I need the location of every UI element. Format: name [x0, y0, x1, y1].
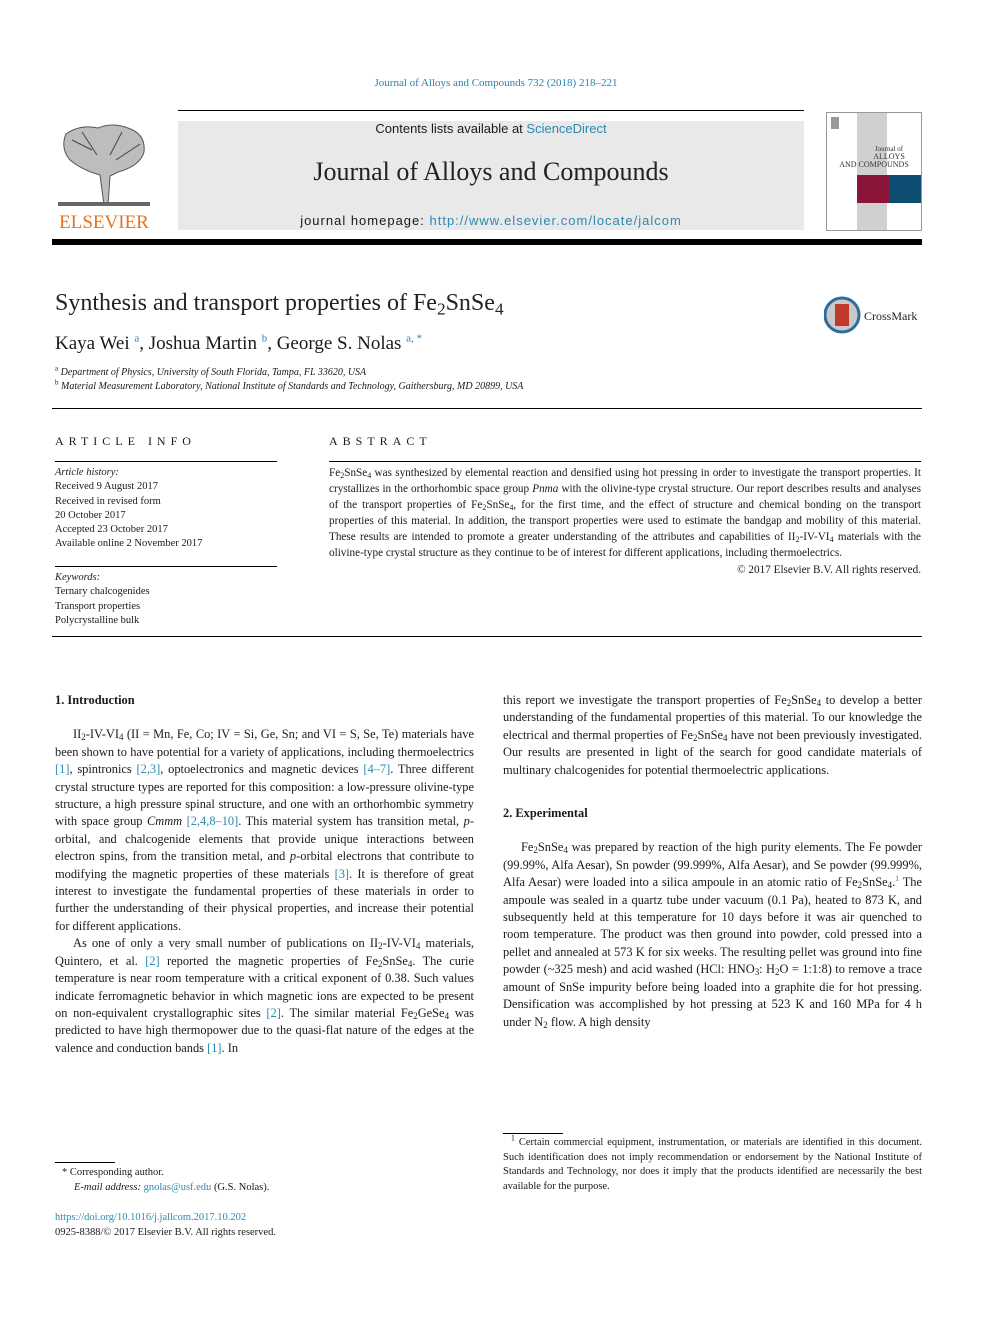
author-list: Kaya Wei a, Joshua Martin b, George S. N… [55, 332, 423, 354]
cover-line3: AND COMPOUNDS [839, 160, 909, 169]
author-name[interactable]: Joshua Martin [149, 333, 257, 354]
journal-cover-thumbnail[interactable]: Journal of ALLOYS AND COMPOUNDS [826, 112, 922, 231]
affiliations: a Department of Physics, University of S… [55, 364, 524, 394]
history-item: Available online 2 November 2017 [55, 538, 203, 550]
crossmark-button[interactable]: CrossMark [823, 296, 924, 334]
citation-link[interactable]: [2] [266, 1006, 280, 1020]
abstract-text: Fe2SnSe4 was synthesized by elemental re… [329, 467, 921, 559]
article-history: Article history: Received 9 August 2017 … [55, 466, 202, 552]
citation-link[interactable]: [1] [55, 762, 69, 776]
citation-link[interactable]: [2] [145, 954, 159, 968]
citation-link[interactable]: [3] [335, 867, 349, 881]
journal-reference[interactable]: Journal of Alloys and Compounds 732 (201… [0, 77, 992, 89]
journal-title: Journal of Alloys and Compounds [313, 157, 669, 186]
citation-link[interactable]: [1] [207, 1041, 221, 1055]
keyword: Ternary chalcogenides [55, 586, 150, 598]
keyword: Polycrystalline bulk [55, 614, 140, 626]
abstract-copyright: © 2017 Elsevier B.V. All rights reserved… [737, 564, 921, 577]
author-name[interactable]: Kaya Wei [55, 333, 130, 354]
homepage-prefix: journal homepage: [300, 213, 430, 228]
citation-link[interactable]: [2,3] [137, 762, 161, 776]
email-link[interactable]: gnolas@usf.edu [144, 1182, 212, 1193]
divider [329, 461, 921, 462]
divider [55, 461, 277, 462]
history-item: 20 October 2017 [55, 509, 126, 521]
history-item: Accepted 23 October 2017 [55, 524, 168, 536]
affiliation-mark[interactable]: b [262, 333, 268, 345]
history-label: Article history: [55, 467, 119, 478]
homepage-line: journal homepage: http://www.elsevier.co… [178, 213, 804, 228]
sciencedirect-link[interactable]: ScienceDirect [526, 121, 606, 136]
paragraph: II2-IV-VI4 (II = Mn, Fe, Co; IV = Si, Ge… [55, 727, 475, 933]
article-title: Synthesis and transport properties of Fe… [55, 290, 504, 319]
footnote-divider [55, 1162, 115, 1163]
doi-link[interactable]: https://doi.org/10.1016/j.jallcom.2017.1… [55, 1210, 276, 1225]
section-heading-introduction: 1. Introduction [55, 693, 135, 707]
article-info-heading: ARTICLE INFO [55, 434, 196, 448]
affiliation-mark[interactable]: a [134, 333, 139, 345]
elsevier-logo[interactable]: ELSEVIER [52, 120, 156, 232]
right-column: this report we investigate the transport… [503, 692, 922, 1031]
abstract-heading: ABSTRACT [329, 434, 432, 448]
issn-line: 0925-8388/© 2017 Elsevier B.V. All right… [55, 1227, 276, 1238]
contents-line: Contents lists available at ScienceDirec… [178, 121, 804, 136]
paragraph: Fe2SnSe4 was prepared by reaction of the… [503, 840, 922, 1030]
citation-link[interactable]: [2,4,8–10] [187, 814, 239, 828]
journal-banner: Contents lists available at ScienceDirec… [178, 121, 804, 230]
footnote-link[interactable]: 1 [895, 874, 899, 883]
footnote-mark: 1 [510, 1133, 515, 1143]
footnote-text: Certain commercial equipment, instrument… [503, 1137, 923, 1192]
footnote-1: 1 Certain commercial equipment, instrume… [503, 1133, 923, 1194]
contents-prefix: Contents lists available at [375, 121, 527, 136]
history-item: Received in revised form [55, 495, 161, 507]
keywords: Keywords: Ternary chalcogenides Transpor… [55, 571, 150, 628]
divider [55, 566, 277, 567]
citation-link[interactable]: [4–7] [363, 762, 390, 776]
paragraph: this report we investigate the transport… [503, 693, 922, 777]
paragraph: As one of only a very small number of pu… [55, 936, 475, 1055]
email-label: E-mail address: [74, 1182, 144, 1193]
homepage-link[interactable]: http://www.elsevier.com/locate/jalcom [430, 213, 682, 228]
left-column: 1. Introduction II2-IV-VI4 (II = Mn, Fe,… [55, 692, 474, 1057]
doi-block: https://doi.org/10.1016/j.jallcom.2017.1… [55, 1210, 276, 1240]
abstract-body: Fe2SnSe4 was synthesized by elemental re… [329, 466, 921, 579]
keywords-label: Keywords: [55, 572, 101, 583]
crossmark-label: CrossMark [864, 309, 917, 323]
elsevier-logo-text: ELSEVIER [59, 212, 149, 232]
affiliation-mark[interactable]: a, * [406, 333, 422, 345]
divider [52, 636, 922, 637]
history-item: Received 9 August 2017 [55, 481, 158, 493]
header-divider [52, 239, 922, 245]
divider [52, 408, 922, 409]
author-name[interactable]: George S. Nolas [277, 333, 402, 354]
keyword: Transport properties [55, 600, 141, 612]
affiliation: a Department of Physics, University of S… [55, 364, 367, 378]
section-heading-experimental: 2. Experimental [503, 806, 588, 821]
corresponding-author-footnote: * Corresponding author. E-mail address: … [62, 1167, 270, 1193]
divider [178, 110, 804, 111]
affiliation: b Material Measurement Laboratory, Natio… [55, 378, 524, 392]
corresponding-note: * Corresponding author. [62, 1167, 164, 1178]
